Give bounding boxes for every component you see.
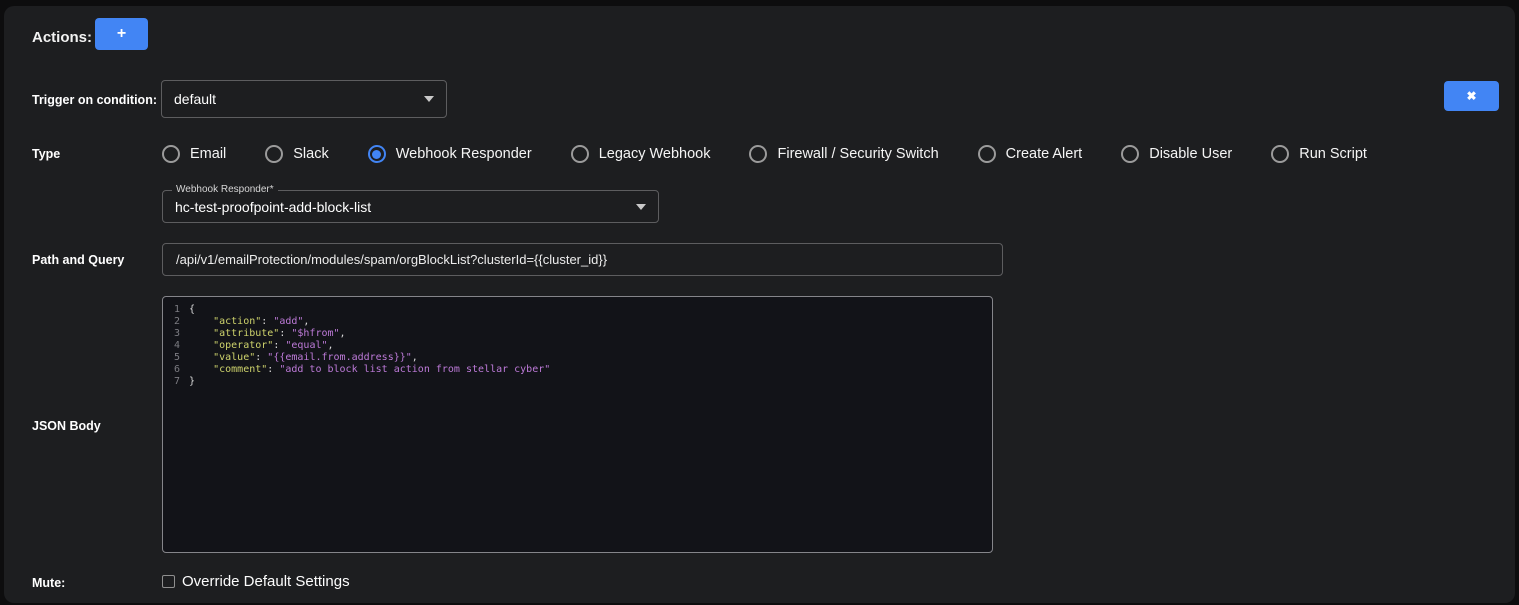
radio-button-icon <box>978 145 996 163</box>
code-line: 6 "comment": "add to block list action f… <box>163 364 992 376</box>
type-radio-group: Email Slack Webhook Responder Legacy Webhoo… <box>162 141 1367 167</box>
code-text: } <box>189 376 195 388</box>
line-number: 6 <box>163 364 189 376</box>
radio-webhook-responder[interactable]: Webhook Responder <box>368 145 532 163</box>
radio-option-label: Webhook Responder <box>396 146 532 162</box>
radio-option-label: Legacy Webhook <box>599 146 711 162</box>
code-text: { <box>189 304 195 316</box>
type-label: Type <box>32 147 60 161</box>
radio-button-icon <box>162 145 180 163</box>
radio-button-icon <box>1121 145 1139 163</box>
radio-button-icon <box>571 145 589 163</box>
radio-option-label: Firewall / Security Switch <box>777 146 938 162</box>
trigger-condition-value: default <box>174 91 416 107</box>
code-line: 5 "value": "{{email.from.address}}", <box>163 352 992 364</box>
override-checkbox[interactable] <box>162 575 175 588</box>
radio-button-icon <box>1271 145 1289 163</box>
code-text: "attribute": "$hfrom", <box>189 328 346 340</box>
code-text: "comment": "add to block list action fro… <box>189 364 550 376</box>
code-text: "value": "{{email.from.address}}", <box>189 352 418 364</box>
line-number: 7 <box>163 376 189 388</box>
remove-action-button[interactable]: ✖ <box>1444 81 1499 111</box>
actions-heading: Actions: <box>32 29 92 46</box>
radio-create-alert[interactable]: Create Alert <box>978 145 1083 163</box>
path-query-input[interactable] <box>162 243 1003 276</box>
mute-label: Mute: <box>32 576 65 590</box>
radio-legacy-webhook[interactable]: Legacy Webhook <box>571 145 711 163</box>
code-text: "action": "add", <box>189 316 309 328</box>
radio-option-label: Create Alert <box>1006 146 1083 162</box>
radio-option-label: Email <box>190 146 226 162</box>
override-default-settings-option[interactable]: Override Default Settings <box>162 573 350 590</box>
code-text: "operator": "equal", <box>189 340 334 352</box>
code-line: 1{ <box>163 304 992 316</box>
webhook-responder-value: hc-test-proofpoint-add-block-list <box>175 199 628 215</box>
code-line: 2 "action": "add", <box>163 316 992 328</box>
json-body-label: JSON Body <box>32 419 101 433</box>
webhook-responder-select[interactable]: Webhook Responder* hc-test-proofpoint-ad… <box>162 190 659 223</box>
action-config-panel: Actions: + Trigger on condition: default… <box>4 6 1515 603</box>
radio-button-icon <box>368 145 386 163</box>
trigger-condition-label: Trigger on condition: <box>32 93 157 107</box>
webhook-responder-field-label: Webhook Responder* <box>172 184 278 196</box>
radio-option-label: Run Script <box>1299 146 1367 162</box>
line-number: 2 <box>163 316 189 328</box>
code-line: 3 "attribute": "$hfrom", <box>163 328 992 340</box>
radio-button-icon <box>265 145 283 163</box>
close-icon: ✖ <box>1466 89 1476 103</box>
line-number: 1 <box>163 304 189 316</box>
override-label: Override Default Settings <box>182 573 350 590</box>
radio-option-label: Slack <box>293 146 328 162</box>
chevron-down-icon <box>636 204 646 210</box>
add-action-button[interactable]: + <box>95 18 148 50</box>
code-line: 4 "operator": "equal", <box>163 340 992 352</box>
line-number: 5 <box>163 352 189 364</box>
radio-slack[interactable]: Slack <box>265 145 328 163</box>
radio-button-icon <box>749 145 767 163</box>
radio-run-script[interactable]: Run Script <box>1271 145 1367 163</box>
plus-icon: + <box>117 25 126 43</box>
radio-email[interactable]: Email <box>162 145 226 163</box>
trigger-condition-select[interactable]: default <box>161 80 447 118</box>
chevron-down-icon <box>424 96 434 102</box>
path-query-label: Path and Query <box>32 253 124 267</box>
radio-option-label: Disable User <box>1149 146 1232 162</box>
json-body-editor[interactable]: 1{2 "action": "add",3 "attribute": "$hfr… <box>162 296 993 553</box>
line-number: 4 <box>163 340 189 352</box>
code-line: 7} <box>163 376 992 388</box>
radio-firewall-security-switch[interactable]: Firewall / Security Switch <box>749 145 938 163</box>
line-number: 3 <box>163 328 189 340</box>
radio-disable-user[interactable]: Disable User <box>1121 145 1232 163</box>
